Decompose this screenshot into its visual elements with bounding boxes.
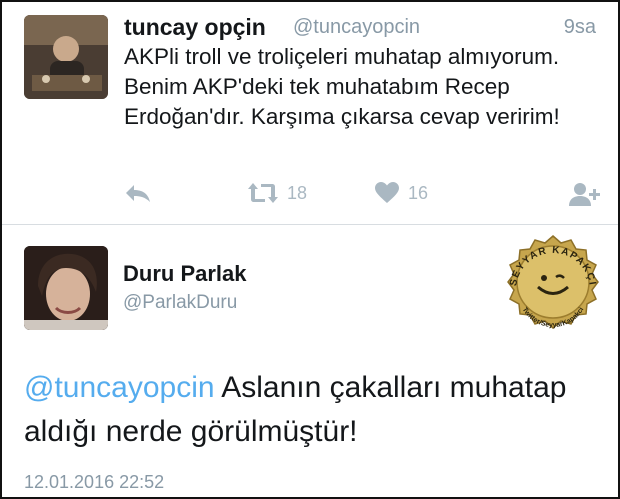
tweet-text: AKPli troll ve troliçeleri muhatap almıy…: [124, 44, 560, 129]
display-name[interactable]: Duru Parlak: [123, 261, 247, 287]
avatar-image: [24, 246, 108, 330]
reply-icon: [126, 185, 150, 202]
tweet-date: 12.01.2016 22:52: [24, 472, 165, 492]
like-count: 16: [408, 182, 429, 203]
tweet-actions: 18 16: [2, 181, 618, 211]
follow-icon: [569, 183, 600, 206]
screenshot-frame: tuncay opçin @tuncayopcin 9sa AKPli trol…: [0, 0, 620, 499]
username[interactable]: @tuncayopcin: [293, 16, 420, 39]
tweet-divider: [2, 224, 618, 225]
tweet-text: @tuncayopcin Aslanın çakalları muhatap a…: [24, 366, 604, 454]
follow-button[interactable]: [568, 181, 602, 207]
display-name[interactable]: tuncay opçin: [124, 14, 266, 41]
like-button[interactable]: 16: [374, 181, 428, 205]
retweet-icon: [248, 183, 278, 203]
retweet-count: 18: [287, 182, 308, 203]
watermark-logo: SEYYAR KAPAKÇI Twitter/SeyyarKapakci: [498, 232, 608, 342]
bottle-cap-icon: SEYYAR KAPAKÇI Twitter/SeyyarKapakci: [507, 235, 599, 329]
avatar[interactable]: [24, 246, 108, 330]
mention-link[interactable]: @tuncayopcin: [24, 371, 215, 404]
avatar[interactable]: [24, 15, 108, 99]
username[interactable]: @ParlakDuru: [123, 292, 237, 314]
timestamp[interactable]: 9sa: [564, 16, 596, 39]
retweet-button[interactable]: 18: [247, 181, 307, 205]
heart-icon: [375, 182, 399, 203]
avatar-image: [24, 15, 108, 99]
reply-button[interactable]: [124, 181, 152, 205]
